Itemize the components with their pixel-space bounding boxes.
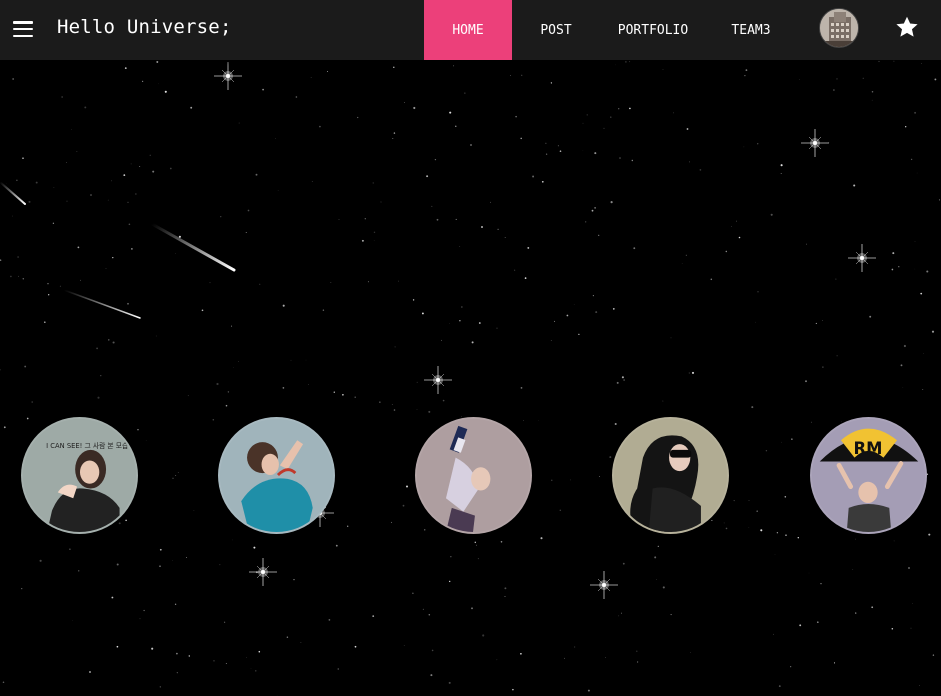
profile-caption-rm: RM [854,439,883,458]
nav-home[interactable]: HOME [424,0,512,60]
profile-caption: I CAN SEE! 그 사람 본 모습이 보여 [46,441,136,450]
nav-post[interactable]: POST [524,0,588,60]
profile-illustration-5: RM [812,419,925,532]
stars-layer [0,60,941,696]
starfield-background [0,60,941,696]
profile-illustration-1: I CAN SEE! 그 사람 본 모습이 보여 [23,419,136,532]
navbar: Hello Universe; HOME POST PORTFOLIO TEAM… [0,0,941,60]
building-photo-icon [820,9,858,47]
profile-circle-5[interactable]: RM [810,417,927,534]
profile-circle-3[interactable] [415,417,532,534]
profile-illustration-2 [220,419,333,532]
avatar[interactable] [819,8,859,48]
profile-circle-4[interactable] [612,417,729,534]
menu-icon[interactable] [11,18,35,40]
profile-circle-1[interactable]: I CAN SEE! 그 사람 본 모습이 보여 [21,417,138,534]
profile-illustration-4 [614,419,727,532]
site-brand[interactable]: Hello Universe; [57,16,232,38]
nav-portfolio[interactable]: PORTFOLIO [606,0,700,60]
nav-team3[interactable]: TEAM3 [720,0,782,60]
profile-illustration-3 [417,419,530,532]
star-icon[interactable] [894,14,920,40]
profile-circle-2[interactable] [218,417,335,534]
